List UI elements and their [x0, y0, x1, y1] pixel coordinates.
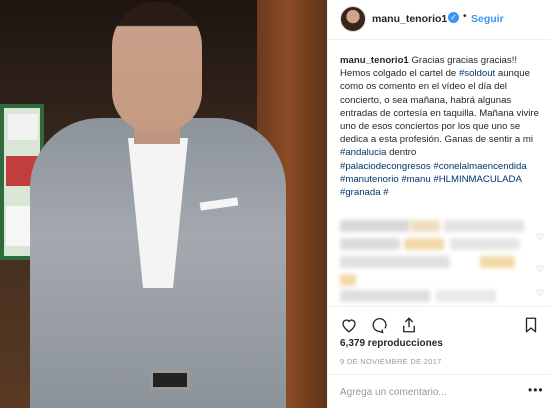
heart-icon[interactable] — [340, 316, 358, 334]
hashtag-link[interactable]: #manutenorio — [340, 174, 399, 185]
blurred-comment — [340, 220, 410, 232]
post-sidebar: manu_tenorio1 ✓ • Seguir manu_tenorio1 G… — [327, 0, 551, 408]
blurred-comment — [340, 274, 356, 286]
caption-text: aunque como os comento en el vídeo el dí… — [340, 68, 539, 146]
more-options-icon[interactable]: ••• — [528, 383, 544, 397]
comment-like-icon[interactable]: ♡ — [536, 264, 544, 275]
comment-box: ••• — [328, 374, 551, 408]
hashtag-link[interactable]: #granada — [340, 187, 381, 198]
separator-dot: • — [463, 11, 467, 22]
blurred-comments: ♡ ♡ ♡ — [340, 214, 545, 304]
post-video[interactable] — [0, 0, 327, 408]
verified-badge-icon: ✓ — [448, 12, 459, 23]
action-bar — [328, 306, 551, 336]
caption-text: dentro — [389, 147, 417, 159]
hashtag-link[interactable]: #soldout — [459, 68, 495, 79]
blurred-comment — [450, 238, 520, 250]
comment-input[interactable] — [340, 383, 520, 401]
bookmark-icon[interactable] — [522, 316, 540, 334]
blurred-comment — [404, 238, 444, 250]
follow-button[interactable]: Seguir — [471, 13, 504, 25]
person-head — [112, 2, 202, 132]
blurred-comment — [480, 256, 515, 268]
hashtag-link[interactable]: #HLMINMACULADA — [433, 174, 522, 185]
hashtag-link[interactable]: # — [383, 187, 388, 198]
comment-icon[interactable] — [370, 316, 388, 334]
post-caption: manu_tenorio1 Gracias gracias gracias!! … — [340, 54, 545, 199]
hashtag-link[interactable]: #andalucia — [340, 147, 386, 158]
share-icon[interactable] — [400, 316, 418, 334]
blurred-comment — [340, 256, 450, 268]
notice-paper — [8, 114, 38, 140]
hashtag-link[interactable]: #palaciodecongresos — [340, 161, 431, 172]
hashtag-link[interactable]: #manu — [401, 174, 430, 185]
username-link[interactable]: manu_tenorio1 — [372, 13, 447, 25]
post-date: 9 DE NOVIEMBRE DE 2017 — [340, 357, 442, 366]
blurred-comment — [340, 290, 430, 302]
caption-username-link[interactable]: manu_tenorio1 — [340, 55, 409, 66]
blurred-comment — [410, 220, 440, 232]
belt-buckle — [150, 370, 190, 390]
view-count[interactable]: 6,379 reproducciones — [340, 338, 443, 349]
comment-like-icon[interactable]: ♡ — [536, 288, 544, 299]
avatar[interactable] — [340, 6, 366, 32]
comment-like-icon[interactable]: ♡ — [536, 232, 544, 243]
blurred-comment — [444, 220, 524, 232]
hashtag-link[interactable]: #conelalmaencendida — [433, 161, 526, 172]
blurred-comment — [436, 290, 496, 302]
blurred-comment — [340, 238, 400, 250]
post-header: manu_tenorio1 ✓ • Seguir — [328, 0, 551, 40]
